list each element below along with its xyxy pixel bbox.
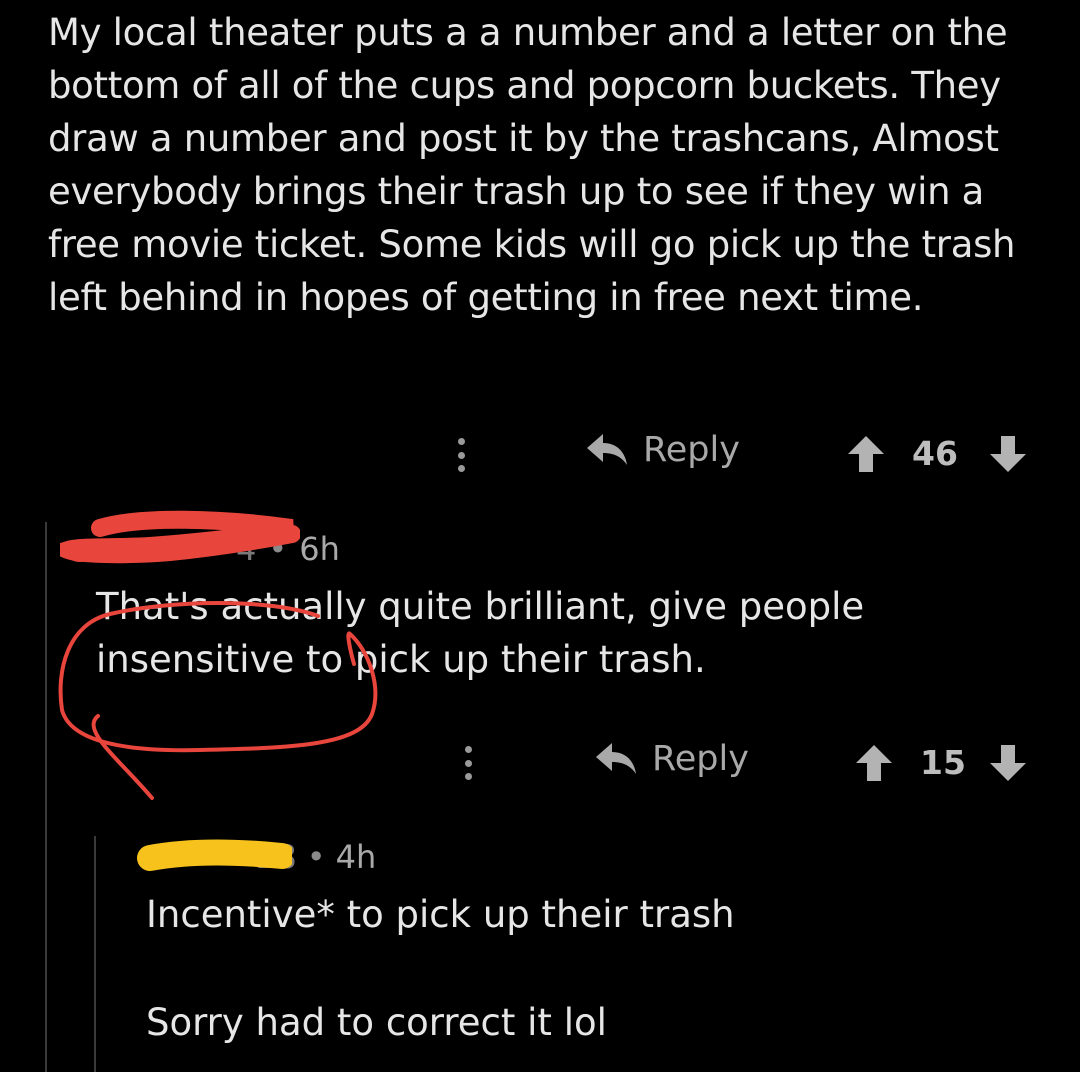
reply-button[interactable]: Reply bbox=[594, 739, 749, 779]
comment-body-line: Sorry had to correct it lol bbox=[146, 1001, 607, 1044]
reply-label: Reply bbox=[652, 739, 749, 779]
downvote-arrow-icon[interactable] bbox=[988, 743, 1028, 783]
comment-body-line: Incentive* to pick up their trash bbox=[146, 893, 735, 936]
more-options-icon[interactable] bbox=[455, 438, 467, 472]
more-options-icon[interactable] bbox=[462, 746, 474, 780]
redaction-scribble bbox=[60, 510, 300, 564]
timestamp: 4h bbox=[335, 838, 377, 876]
downvote-arrow-icon[interactable] bbox=[988, 434, 1028, 474]
timestamp: 6h bbox=[299, 530, 340, 568]
reply-button[interactable]: Reply bbox=[585, 430, 740, 470]
comment-body: My local theater puts a a number and a l… bbox=[48, 11, 1016, 319]
score-count: 15 bbox=[920, 743, 966, 782]
reply-arrow-icon bbox=[587, 434, 627, 465]
redaction-scribble bbox=[137, 839, 292, 871]
thread-line[interactable] bbox=[45, 522, 47, 1072]
reply-arrow-icon bbox=[596, 743, 636, 774]
red-circle-annotation bbox=[58, 601, 378, 800]
upvote-arrow-icon[interactable] bbox=[846, 434, 886, 474]
score-count: 46 bbox=[912, 434, 958, 473]
thread-line[interactable] bbox=[94, 836, 96, 1072]
reply-label: Reply bbox=[643, 430, 740, 470]
upvote-arrow-icon[interactable] bbox=[854, 743, 894, 783]
